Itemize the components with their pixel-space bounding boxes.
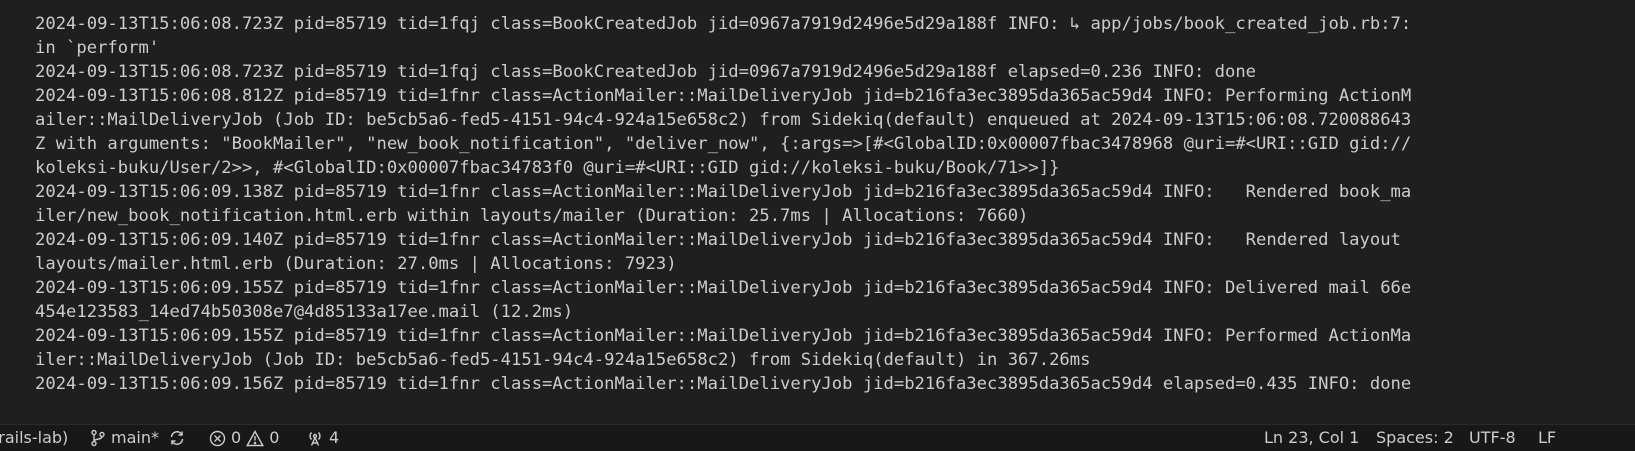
cursor-position-label: Ln 23, Col 1 bbox=[1264, 428, 1360, 447]
terminal-line: 2024-09-13T15:06:08.812Z pid=85719 tid=1… bbox=[35, 86, 1412, 106]
warning-count: 0 bbox=[269, 428, 280, 447]
encoding-label: UTF-8 bbox=[1469, 428, 1516, 447]
terminal-line: iler/new_book_notification.html.erb with… bbox=[35, 206, 1029, 226]
sync-icon bbox=[168, 429, 186, 447]
indentation-label: Spaces: 2 bbox=[1376, 428, 1454, 447]
terminal-line: 2024-09-13T15:06:09.155Z pid=85719 tid=1… bbox=[35, 278, 1412, 298]
terminal-line: 2024-09-13T15:06:09.140Z pid=85719 tid=1… bbox=[35, 230, 1401, 250]
terminal-cursor-line bbox=[35, 396, 1633, 420]
terminal-line: 2024-09-13T15:06:09.138Z pid=85719 tid=1… bbox=[35, 182, 1412, 202]
terminal-line: Z with arguments: "BookMailer", "new_boo… bbox=[35, 134, 1412, 154]
terminal-line: ailer::MailDeliveryJob (Job ID: be5cb5a6… bbox=[35, 110, 1412, 130]
ports-count: 4 bbox=[329, 428, 340, 447]
terminal-line: layouts/mailer.html.erb (Duration: 27.0m… bbox=[35, 254, 677, 274]
terminal-line: 2024-09-13T15:06:09.156Z pid=85719 tid=1… bbox=[35, 374, 1412, 394]
terminal-output[interactable]: 2024-09-13T15:06:08.723Z pid=85719 tid=1… bbox=[35, 12, 1633, 420]
terminal-panel[interactable]: 2024-09-13T15:06:08.723Z pid=85719 tid=1… bbox=[0, 0, 1635, 424]
broadcast-icon bbox=[306, 429, 324, 447]
eol-label: LF bbox=[1538, 428, 1557, 447]
terminal-line: 454e123583_14ed74b50308e7@4d85133a17ee.m… bbox=[35, 302, 574, 322]
terminal-line: koleksi-buku/User/2>>, #<GlobalID:0x0000… bbox=[35, 158, 1060, 178]
terminal-line: iler::MailDeliveryJob (Job ID: be5cb5a6-… bbox=[35, 350, 1091, 370]
status-bar: (rails-lab) main* bbox=[0, 424, 1635, 451]
terminal-line: 2024-09-13T15:06:08.723Z pid=85719 tid=1… bbox=[35, 14, 1412, 34]
error-icon bbox=[209, 430, 226, 447]
error-count: 0 bbox=[231, 428, 242, 447]
eol-button[interactable]: LF bbox=[1538, 425, 1556, 451]
remote-indicator[interactable]: (rails-lab) bbox=[0, 425, 68, 451]
ports-button[interactable]: 4 bbox=[306, 425, 339, 451]
branch-button[interactable]: main* bbox=[90, 425, 159, 451]
indentation-button[interactable]: Spaces: 2 bbox=[1376, 425, 1454, 451]
sync-button[interactable] bbox=[168, 425, 186, 451]
remote-label: (rails-lab) bbox=[0, 428, 69, 447]
terminal-line: 2024-09-13T15:06:09.155Z pid=85719 tid=1… bbox=[35, 326, 1412, 346]
branch-name: main* bbox=[111, 428, 159, 447]
cursor-position[interactable]: Ln 23, Col 1 bbox=[1264, 425, 1359, 451]
warning-icon bbox=[246, 429, 265, 447]
terminal-line: 2024-09-13T15:06:08.723Z pid=85719 tid=1… bbox=[35, 62, 1257, 82]
git-branch-icon bbox=[90, 429, 106, 447]
encoding-button[interactable]: UTF-8 bbox=[1469, 425, 1516, 451]
terminal-line: in `perform' bbox=[35, 38, 160, 58]
problems-button[interactable]: 0 0 bbox=[209, 425, 279, 451]
